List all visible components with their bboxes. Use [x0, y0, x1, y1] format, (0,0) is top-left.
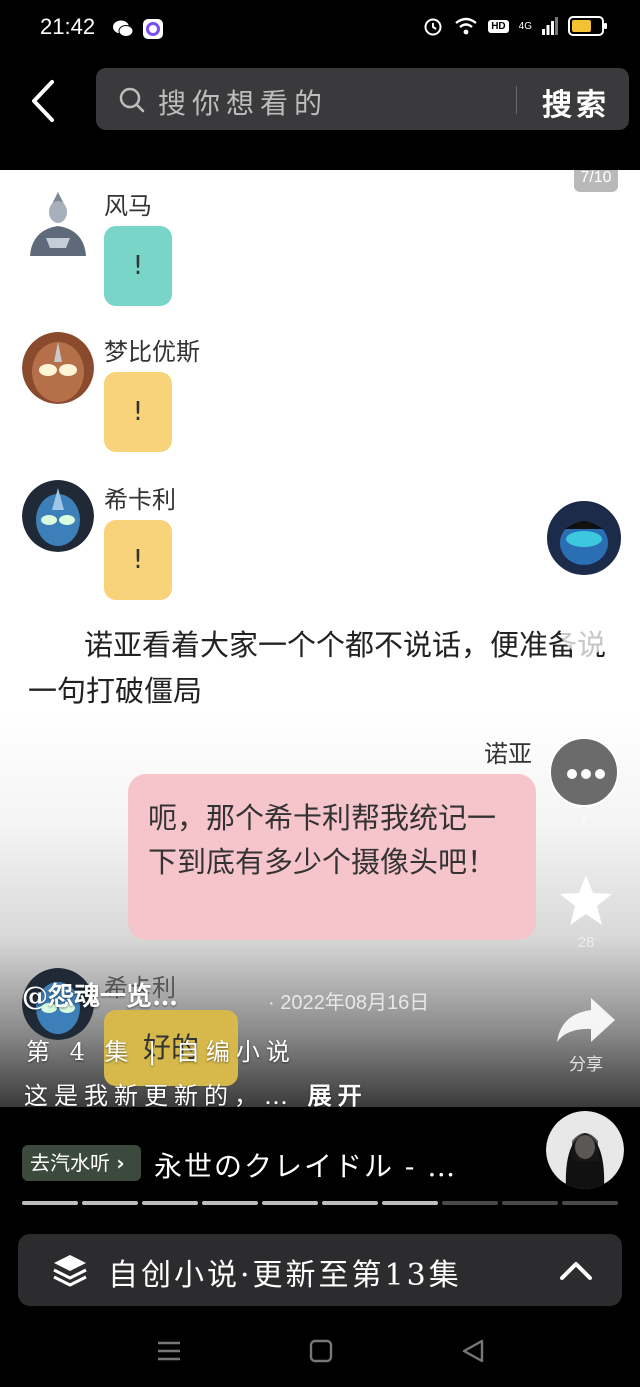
progress-segment — [22, 1201, 78, 1205]
signal-icon — [542, 17, 558, 35]
back-icon[interactable] — [458, 1338, 488, 1364]
hd-badge: HD — [488, 19, 509, 33]
system-nav-bar — [0, 1320, 640, 1387]
music-title[interactable]: 永世のクレイドル - … — [154, 1145, 457, 1185]
progress-segment — [562, 1201, 618, 1205]
share-arrow-icon — [557, 998, 615, 1042]
avatar-fengma — [30, 192, 86, 256]
progress-segment — [322, 1201, 378, 1205]
chat-name: 风马 — [104, 192, 152, 220]
post-image[interactable]: 7/10 风马 ! 梦比优斯 ! 希卡利 ! 诺亚看着大家一个个都不说话，便准备… — [0, 170, 640, 1107]
comment-button[interactable]: 7 — [548, 736, 620, 829]
battery-icon — [568, 16, 607, 36]
star-icon — [560, 875, 612, 925]
progress-segment — [382, 1201, 438, 1205]
comment-count: 7 — [579, 812, 589, 829]
music-app-tag[interactable]: 去汽水听 › — [22, 1145, 141, 1181]
home-icon[interactable] — [306, 1338, 336, 1364]
music-tag-label: 去汽水听 — [30, 1151, 110, 1175]
progress-segment — [202, 1201, 258, 1205]
avatar-mebius — [22, 332, 94, 404]
menu-icon[interactable] — [154, 1338, 184, 1364]
alarm-icon — [424, 18, 442, 36]
like-count: 51 — [577, 672, 595, 689]
chat-name-noa: 诺亚 — [484, 740, 532, 768]
share-label: 分享 — [569, 1055, 603, 1074]
heart-icon — [560, 621, 612, 664]
post-date: · 2022年08月16日 — [268, 992, 430, 1014]
avatar-hikari — [22, 480, 94, 552]
expand-link[interactable]: 展开 — [308, 1081, 368, 1110]
creator-avatar[interactable] — [545, 499, 623, 577]
story-progress — [22, 1201, 618, 1205]
favorite-count: 28 — [577, 934, 595, 951]
page-indicator: 7/10 — [574, 170, 618, 192]
chevron-up-icon[interactable] — [558, 1256, 594, 1286]
music-cover[interactable] — [546, 1111, 624, 1189]
wifi-icon — [455, 17, 477, 35]
music-bar: 去汽水听 › 永世のクレイドル - … — [0, 1107, 640, 1217]
like-button[interactable]: 51 — [556, 618, 616, 689]
status-time: 21:42 — [40, 14, 96, 39]
progress-segment — [142, 1201, 198, 1205]
search-input[interactable]: 搜你想看的 搜索 — [96, 68, 629, 130]
progress-segment — [82, 1201, 138, 1205]
chat-bubble-noa: 呃，那个希卡利帮我统记一下到底有多少个摄像头吧！ — [128, 774, 536, 940]
progress-segment — [262, 1201, 318, 1205]
chat-bubble: ! — [104, 226, 172, 306]
layers-icon — [53, 1255, 87, 1287]
chat-name: 希卡利 — [104, 486, 176, 514]
caption-text: 这是我新更新的，… — [24, 1082, 294, 1110]
app-notification-icon — [143, 19, 163, 39]
network-type: 4G — [518, 20, 532, 32]
status-bar: 21:42 HD 4G — [0, 0, 640, 58]
caption-description: 这是我新更新的，… 展开 — [24, 1076, 368, 1111]
collection-label: 自创小说·更新至第13集 — [108, 1258, 462, 1293]
comment-icon — [549, 737, 619, 807]
back-arrow-icon[interactable] — [22, 76, 66, 126]
chat-name: 梦比优斯 — [104, 338, 200, 366]
search-icon — [119, 87, 145, 113]
narration-text: 诺亚看着大家一个个都不说话，便准备说一句打破僵局 — [28, 628, 607, 708]
share-button[interactable]: 分享 — [554, 996, 618, 1075]
author-name[interactable]: @怨魂一览… — [22, 976, 178, 1013]
progress-segment — [502, 1201, 558, 1205]
status-icons: HD 4G — [422, 15, 607, 37]
chat-bubble: ! — [104, 372, 172, 452]
favorite-button[interactable]: 28 — [556, 872, 616, 951]
progress-segment — [442, 1201, 498, 1205]
search-placeholder: 搜你想看的 — [158, 87, 329, 120]
collection-bar[interactable]: 自创小说·更新至第13集 — [18, 1234, 622, 1306]
top-bar: 搜你想看的 搜索 — [0, 58, 640, 170]
chevron-right-icon: › — [116, 1151, 125, 1175]
caption-episode: 第 4 集 | 自编小说 — [26, 1038, 296, 1066]
search-button[interactable]: 搜索 — [542, 80, 610, 124]
wechat-icon — [113, 20, 134, 37]
chat-bubble: ! — [104, 520, 172, 600]
search-divider — [516, 86, 517, 114]
